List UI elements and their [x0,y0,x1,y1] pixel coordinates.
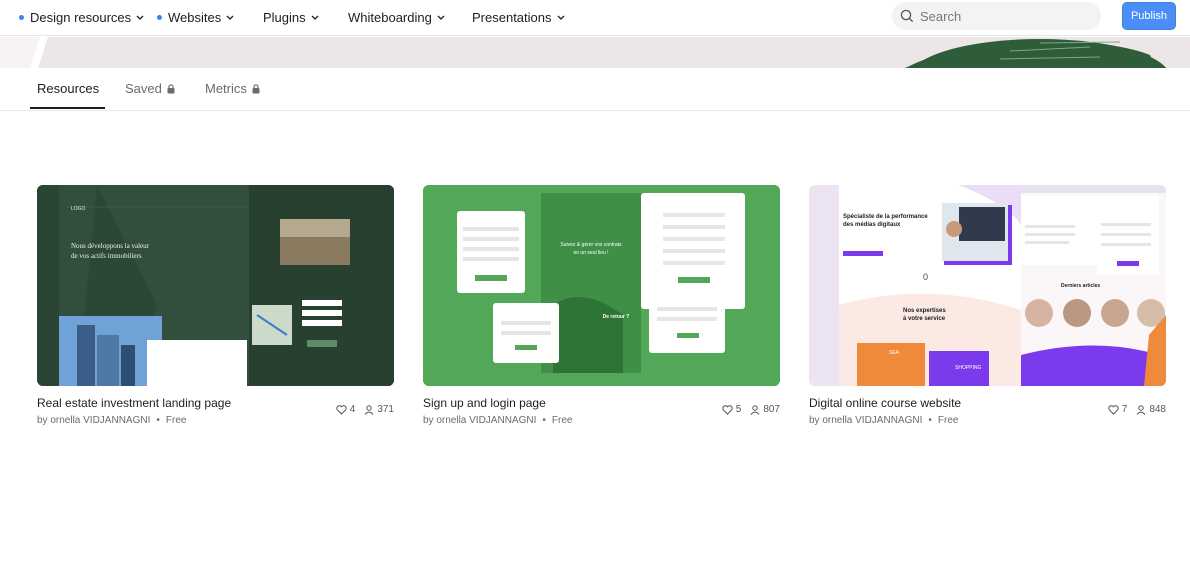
card-meta: by ornella VIDJANNAGNI • Free [809,415,958,426]
card-author[interactable]: by ornella VIDJANNAGNI [423,415,536,426]
heart-icon [722,404,733,415]
card-price: Free [165,415,187,426]
resource-card-online-course[interactable]: Spécialiste de la performance des médias… [809,185,1166,426]
top-nav: Design resources Websites Plugins Whiteb… [0,0,1190,36]
nav-websites[interactable]: Websites [157,8,234,26]
card-thumbnail[interactable]: Suivez & gérer vos contrats en un seul l… [423,185,780,386]
nav-dot [157,14,162,20]
user-icon [1136,404,1146,415]
thumb-return: De retour ? [602,314,630,320]
card-meta: by ornella VIDJANNAGNI • Free [37,415,186,426]
thumb-heading-1: Suivez & gérer vos contrats [560,242,622,248]
like-count[interactable]: 7 [1108,404,1127,415]
chevron-down-icon [226,15,234,20]
thumb-articles: Derniers articles [1061,283,1101,289]
tab-metrics[interactable]: Metrics [205,81,260,96]
thumb-expertises-2: à votre service [903,316,946,322]
heart-icon [1108,404,1119,415]
tab-resources[interactable]: Resources [37,81,99,96]
like-count[interactable]: 4 [336,404,355,415]
lock-icon [252,83,260,93]
like-count[interactable]: 5 [722,404,741,415]
meta-separator: • [542,415,546,426]
resource-card-signup-login[interactable]: Suivez & gérer vos contrats en un seul l… [423,185,780,426]
nav-dot [19,14,24,20]
search-input[interactable] [920,8,1080,24]
user-count: 807 [750,404,780,415]
lock-icon [167,83,175,93]
profile-tabs: Resources Saved Metrics [0,68,1190,111]
thumb-logo: LOGO [71,206,86,212]
card-price: Free [551,415,573,426]
nav-plugins[interactable]: Plugins [263,8,319,26]
card-meta: by ornella VIDJANNAGNI • Free [423,415,572,426]
thumb-shopping: SHOPPING [955,365,982,371]
banner-artwork [30,37,1190,68]
user-count: 848 [1136,404,1166,415]
thumb-headline-1: Nous développons la valeur [71,242,149,250]
card-thumbnail[interactable]: LOGO Nous développons la valeur de vos a… [37,185,394,386]
thumb-hero-2: des médias digitaux [843,222,901,228]
card-title[interactable]: Sign up and login page [423,396,546,410]
profile-banner [0,37,1190,68]
card-author[interactable]: by ornella VIDJANNAGNI [809,415,922,426]
chevron-down-icon [557,15,564,20]
thumbnail-artwork [37,185,394,386]
search-icon [900,9,914,23]
chevron-down-icon [136,15,144,20]
card-title[interactable]: Digital online course website [809,396,961,410]
chevron-down-icon [311,15,319,20]
card-stats: 7 848 [1108,404,1166,415]
meta-separator: • [156,415,160,426]
thumb-sea: SEA [889,350,900,356]
thumb-zero: 0 [923,272,929,282]
chevron-down-icon [437,15,445,20]
thumbnail-artwork [423,185,780,386]
nav-whiteboarding[interactable]: Whiteboarding [348,8,445,26]
card-title[interactable]: Real estate investment landing page [37,396,231,410]
card-stats: 4 371 [336,404,394,415]
thumb-heading-2: en un seul lieu ! [573,250,609,256]
user-count: 371 [364,404,394,415]
user-icon [750,404,760,415]
card-price: Free [937,415,959,426]
publish-button[interactable]: Publish [1122,2,1176,30]
card-author[interactable]: by ornella VIDJANNAGNI [37,415,150,426]
thumb-hero-1: Spécialiste de la performance [843,214,928,220]
meta-separator: • [928,415,932,426]
heart-icon [336,404,347,415]
nav-design-resources[interactable]: Design resources [19,8,144,26]
tab-saved[interactable]: Saved [125,81,175,96]
thumb-headline-2: de vos actifs immobiliers [71,252,142,260]
thumb-expertises-1: Nos expertises [903,308,946,314]
card-thumbnail[interactable]: Spécialiste de la performance des médias… [809,185,1166,386]
nav-presentations[interactable]: Presentations [472,8,565,26]
search-box[interactable] [892,2,1101,30]
user-icon [364,404,374,415]
resource-card-real-estate[interactable]: LOGO Nous développons la valeur de vos a… [37,185,394,426]
active-tab-indicator [30,107,105,109]
card-stats: 5 807 [722,404,780,415]
